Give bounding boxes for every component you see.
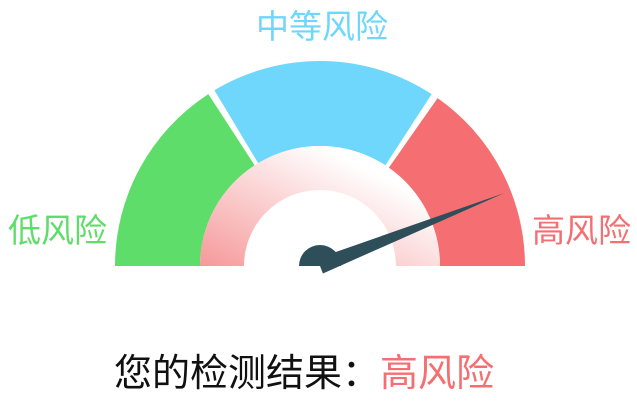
label-high-risk: 高风险 (532, 211, 631, 250)
risk-gauge (115, 60, 525, 274)
result-value: 高风险 (380, 351, 495, 395)
label-low-risk: 低风险 (8, 211, 107, 250)
result-prefix: 您的检测结果： (114, 351, 381, 395)
result-text: 您的检测结果：高风险 (114, 354, 494, 392)
label-medium-risk: 中等风险 (256, 7, 388, 46)
